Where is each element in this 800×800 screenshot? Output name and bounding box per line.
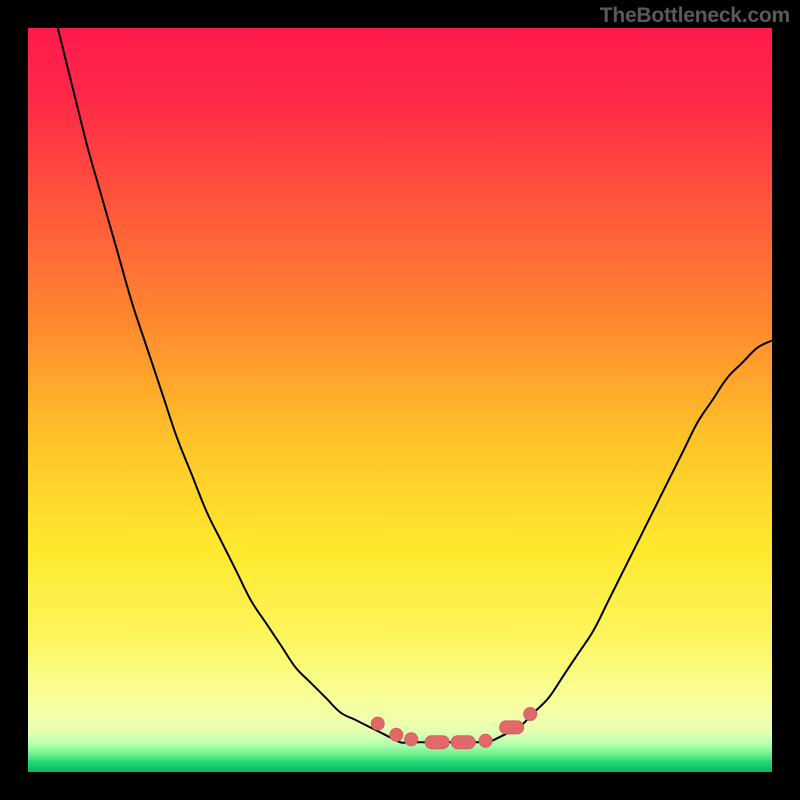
curve-marker	[371, 717, 384, 730]
chart-canvas	[28, 28, 772, 772]
left-curve	[58, 28, 415, 743]
watermark-text: TheBottleneck.com	[600, 4, 790, 28]
curve-marker	[479, 734, 492, 747]
curve-marker	[390, 728, 403, 741]
curve-marker	[405, 733, 418, 746]
outer-frame: TheBottleneck.com	[0, 0, 800, 800]
curve-marker	[425, 736, 449, 749]
curve-marker	[524, 708, 537, 721]
marker-group	[371, 708, 537, 749]
curve-marker	[451, 736, 475, 749]
right-curve	[489, 341, 772, 743]
curve-marker	[500, 721, 524, 734]
plot-area	[28, 28, 772, 772]
